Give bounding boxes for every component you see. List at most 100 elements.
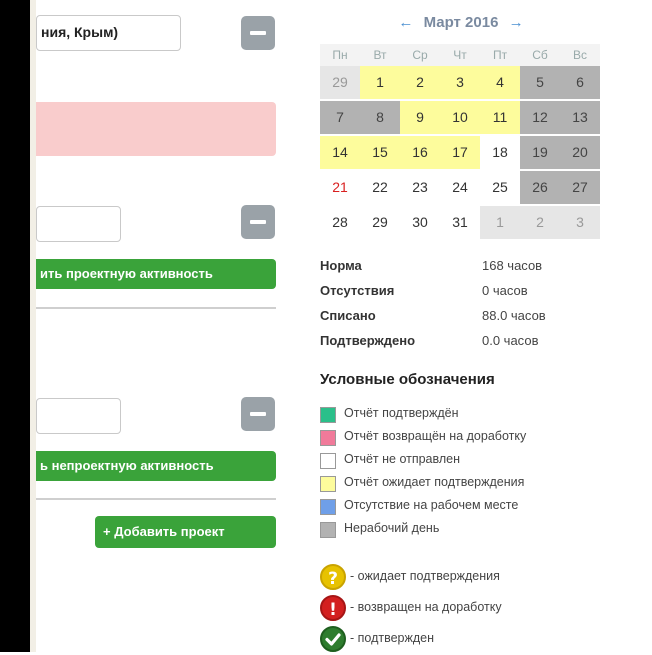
calendar-day[interactable]: 31 xyxy=(440,206,480,239)
calendar-month-title: Март 2016 xyxy=(423,14,499,31)
calendar-day[interactable]: 3 xyxy=(560,206,600,239)
legend-label: Отчёт не отправлен xyxy=(344,452,461,466)
window-edge-bar xyxy=(0,0,30,652)
summary-row: Отсутствия 0 часов xyxy=(320,283,610,308)
legend-label: Отчёт подтверждён xyxy=(344,406,459,420)
legend-title: Условные обозначения xyxy=(320,371,495,388)
legend-item: Отчёт ожидает подтверждения xyxy=(320,474,620,497)
summary-label: Норма xyxy=(320,258,362,273)
status-legend-label: - возвращен на доработку xyxy=(350,600,502,614)
legend-label: Отсутствие на рабочем месте xyxy=(344,498,519,512)
calendar-week: 28 29 30 31 1 2 3 xyxy=(320,206,602,241)
legend-swatch xyxy=(320,499,336,515)
legend-label: Отчёт возвращён на доработку xyxy=(344,429,527,443)
summary-row: Норма 168 часов xyxy=(320,258,610,283)
legend-swatch xyxy=(320,407,336,423)
legend-item: Отчёт не отправлен xyxy=(320,451,620,474)
calendar-day[interactable]: 18 xyxy=(480,136,520,169)
divider xyxy=(36,498,276,500)
summary-value: 88.0 часов xyxy=(482,308,546,323)
calendar-day[interactable]: 10 xyxy=(440,101,480,134)
exclamation-icon: ! xyxy=(320,595,346,621)
calendar-day[interactable]: 2 xyxy=(400,66,440,99)
calendar-day[interactable]: 19 xyxy=(520,136,560,169)
question-icon: ? xyxy=(320,564,346,590)
calendar-day[interactable]: 2 xyxy=(520,206,560,239)
calendar-week: 21 22 23 24 25 26 27 xyxy=(320,171,602,206)
summary-row: Списано 88.0 часов xyxy=(320,308,610,333)
status-legend: ? - ожидает подтверждения! - возвращен на … xyxy=(320,562,620,655)
calendar-week: 7 8 9 10 11 12 13 xyxy=(320,101,602,136)
status-legend-label: - ожидает подтверждения xyxy=(350,569,500,583)
weekday-label: Чт xyxy=(440,44,480,66)
legend-swatch xyxy=(320,453,336,469)
calendar-day[interactable]: 17 xyxy=(440,136,480,169)
calendar-day[interactable]: 25 xyxy=(480,171,520,204)
nonproject-hours-input[interactable] xyxy=(36,398,121,434)
summary-row: Подтверждено 0.0 часов xyxy=(320,333,610,358)
calendar-week: 29 1 2 3 4 5 6 xyxy=(320,66,602,101)
calendar-day[interactable]: 4 xyxy=(480,66,520,99)
remove-region-button[interactable] xyxy=(241,16,275,50)
add-project-button[interactable]: + Добавить проект xyxy=(95,516,276,548)
calendar-day[interactable]: 13 xyxy=(560,101,600,134)
calendar-day[interactable]: 9 xyxy=(400,101,440,134)
remove-nonproject-button[interactable] xyxy=(241,397,275,431)
calendar-day[interactable]: 28 xyxy=(320,206,360,239)
legend-swatch xyxy=(320,430,336,446)
calendar-day[interactable]: 29 xyxy=(320,66,360,99)
calendar-grid: Пн Вт Ср Чт Пт Сб Вс 29 1 2 3 4 5 6 7 8 9 10 11 12 13 14 15 16 1… xyxy=(320,44,602,241)
calendar-day[interactable]: 27 xyxy=(560,171,600,204)
calendar-day[interactable]: 3 xyxy=(440,66,480,99)
calendar-day[interactable]: 21 xyxy=(320,171,360,204)
calendar-day[interactable]: 30 xyxy=(400,206,440,239)
remove-project-button[interactable] xyxy=(241,205,275,239)
calendar-day[interactable]: 22 xyxy=(360,171,400,204)
prev-month-arrow-icon[interactable]: ← xyxy=(398,14,413,31)
calendar-day[interactable]: 15 xyxy=(360,136,400,169)
summary-label: Списано xyxy=(320,308,376,323)
calendar-day[interactable]: 1 xyxy=(480,206,520,239)
status-legend-item: - подтвержден xyxy=(320,624,620,655)
calendar-day[interactable]: 23 xyxy=(400,171,440,204)
calendar-day[interactable]: 11 xyxy=(480,101,520,134)
calendar-day[interactable]: 29 xyxy=(360,206,400,239)
divider xyxy=(36,307,276,309)
calendar-day[interactable]: 16 xyxy=(400,136,440,169)
summary-label: Отсутствия xyxy=(320,283,395,298)
calendar-day[interactable]: 6 xyxy=(560,66,600,99)
calendar-day[interactable]: 26 xyxy=(520,171,560,204)
weekday-label: Вс xyxy=(560,44,600,66)
summary-label: Подтверждено xyxy=(320,333,416,348)
summary-value: 0.0 часов xyxy=(482,333,539,348)
legend-swatch xyxy=(320,522,336,538)
calendar-day[interactable]: 20 xyxy=(560,136,600,169)
calendar-day[interactable]: 7 xyxy=(320,101,360,134)
calendar-day[interactable]: 8 xyxy=(360,101,400,134)
color-legend: Отчёт подтверждён Отчёт возвращён на дора… xyxy=(320,405,620,543)
calendar-day[interactable]: 1 xyxy=(360,66,400,99)
window-edge-strip xyxy=(30,0,36,652)
legend-item: Отсутствие на рабочем месте xyxy=(320,497,620,520)
legend-item: Нерабочий день xyxy=(320,520,620,543)
calendar-day[interactable]: 14 xyxy=(320,136,360,169)
calendar-day[interactable]: 12 xyxy=(520,101,560,134)
legend-label: Нерабочий день xyxy=(344,521,440,535)
calendar-day[interactable]: 24 xyxy=(440,171,480,204)
status-legend-item: ? - ожидает подтверждения xyxy=(320,562,620,593)
legend-item: Отчёт возвращён на доработку xyxy=(320,428,620,451)
calendar-day[interactable]: 5 xyxy=(520,66,560,99)
weekday-header: Пн Вт Ср Чт Пт Сб Вс xyxy=(320,44,602,66)
summary-value: 0 часов xyxy=(482,283,528,298)
weekday-label: Сб xyxy=(520,44,560,66)
next-month-arrow-icon[interactable]: → xyxy=(509,14,524,31)
error-alert xyxy=(36,102,276,156)
weekday-label: Вт xyxy=(360,44,400,66)
project-hours-input[interactable] xyxy=(36,206,121,242)
region-field[interactable]: ния, Крым) xyxy=(36,15,181,51)
calendar-week: 14 15 16 17 18 19 20 xyxy=(320,136,602,171)
weekday-label: Пт xyxy=(480,44,520,66)
calendar-header: ← Март 2016 → xyxy=(320,14,602,38)
add-nonproject-activity-button[interactable]: ь непроектную активность xyxy=(36,451,276,481)
add-project-activity-button[interactable]: ить проектную активность xyxy=(36,259,276,289)
